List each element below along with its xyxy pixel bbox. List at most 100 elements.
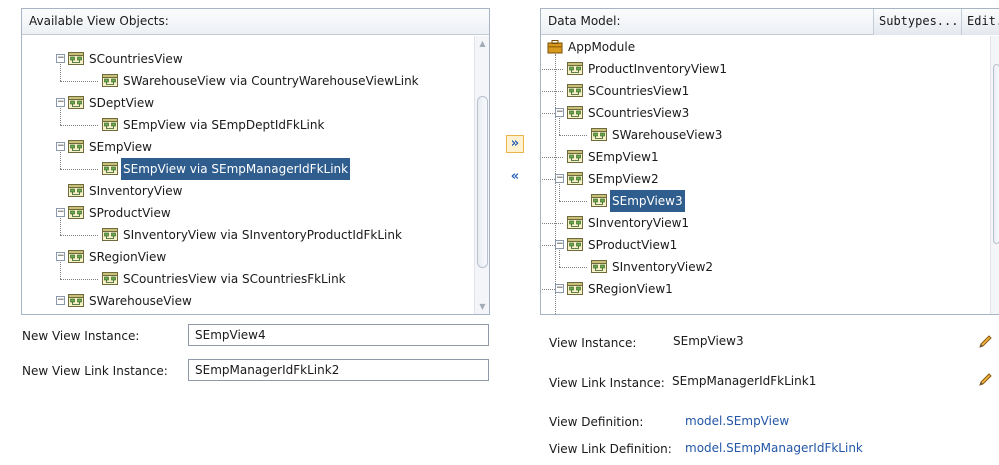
- tree-connector: [60, 235, 98, 236]
- view-object-icon: [567, 150, 583, 163]
- tree-node-label: SDeptView: [89, 96, 155, 110]
- edit-button[interactable]: Edit...: [961, 9, 999, 35]
- app-module-root[interactable]: AppModule: [541, 36, 991, 58]
- tree-node-label: SCountriesView: [89, 52, 183, 66]
- double-chevron-left-icon: «: [510, 169, 520, 184]
- tree-connector: [541, 91, 563, 92]
- collapse-toggle-icon[interactable]: −: [56, 208, 65, 217]
- edit-view-instance-pencil-icon[interactable]: [977, 334, 993, 350]
- available-view-object-row[interactable]: − SRegionView: [22, 246, 474, 268]
- available-view-object-row[interactable]: SInventoryView via SInventoryProductIdFk…: [22, 224, 474, 246]
- collapse-toggle-icon[interactable]: −: [56, 98, 65, 107]
- tree-connector: [559, 267, 587, 268]
- available-view-object-row[interactable]: − SDeptView: [22, 92, 474, 114]
- data-model-row[interactable]: SEmpView3: [541, 190, 991, 212]
- view-object-icon: [68, 294, 84, 307]
- tree-node-label: SInventoryView1: [588, 216, 690, 230]
- new-view-link-instance-field[interactable]: SEmpManagerIdFkLink2: [188, 359, 489, 381]
- available-view-object-row[interactable]: SWarehouseView via CountryWarehouseViewL…: [22, 70, 474, 92]
- view-object-icon: [68, 52, 84, 65]
- right-tree-scrollbar[interactable]: [990, 36, 999, 314]
- view-object-icon: [567, 216, 583, 229]
- tree-node-label: SEmpView2: [588, 172, 659, 186]
- view-object-icon: [591, 194, 607, 207]
- tree-node-label: ProductInventoryView1: [588, 62, 727, 76]
- left-tree-scrollbar[interactable]: ▲ ▼: [474, 36, 489, 314]
- view-object-icon: [102, 162, 118, 175]
- data-model-panel: Data Model: Subtypes... Edit... AppModul…: [540, 8, 999, 315]
- view-definition-link[interactable]: model.SEmpView: [685, 414, 789, 428]
- view-link-definition-link[interactable]: model.SEmpManagerIdFkLink: [685, 441, 863, 455]
- scroll-thumb[interactable]: [993, 64, 999, 244]
- tree-connector: [60, 125, 98, 126]
- available-view-object-row[interactable]: SEmpView via SEmpDeptIdFkLink: [22, 114, 474, 136]
- remove-from-data-model-button[interactable]: «: [506, 169, 524, 187]
- collapse-toggle-icon[interactable]: −: [555, 240, 564, 249]
- tree-connector: [559, 135, 587, 136]
- scroll-thumb[interactable]: [477, 96, 488, 268]
- data-model-tree: AppModule ProductInventoryView1 SCountries…: [541, 36, 991, 314]
- scroll-down-arrow[interactable]: ▼: [475, 301, 489, 313]
- tree-node-label: SCountriesView3: [588, 106, 690, 120]
- tree-node-label: SEmpView: [89, 140, 152, 154]
- add-to-data-model-button[interactable]: »: [506, 135, 524, 153]
- available-view-object-row[interactable]: SEmpView via SEmpManagerIdFkLink: [22, 158, 474, 180]
- data-model-row[interactable]: SWarehouseView3: [541, 124, 991, 146]
- data-model-row[interactable]: − SProductView1: [541, 234, 991, 256]
- tree-node-label: SProductView: [89, 206, 171, 220]
- tree-node-label: SRegionView: [89, 250, 167, 264]
- data-model-row[interactable]: − SEmpView2: [541, 168, 991, 190]
- edit-view-link-instance-pencil-icon[interactable]: [977, 372, 993, 388]
- scroll-up-arrow[interactable]: ▲: [475, 38, 489, 50]
- available-view-object-row[interactable]: SCountriesView via SCountriesFkLink: [22, 268, 474, 290]
- data-model-row[interactable]: SEmpView1: [541, 146, 991, 168]
- collapse-toggle-icon[interactable]: −: [555, 284, 564, 293]
- view-object-icon: [102, 228, 118, 241]
- available-view-object-row[interactable]: − SWarehouseView: [22, 290, 474, 312]
- collapse-toggle-icon[interactable]: −: [555, 174, 564, 183]
- collapse-toggle-icon[interactable]: −: [56, 252, 65, 261]
- collapse-toggle-icon[interactable]: −: [555, 108, 564, 117]
- new-view-link-instance-label: New View Link Instance:: [22, 364, 168, 378]
- available-view-object-row[interactable]: − SEmpView: [22, 136, 474, 158]
- tree-connector: [541, 69, 563, 70]
- view-object-icon: [68, 184, 84, 197]
- tree-connector: [559, 201, 587, 202]
- collapse-toggle-icon[interactable]: −: [56, 54, 65, 63]
- available-view-object-row[interactable]: − SCountriesView: [22, 48, 474, 70]
- double-chevron-right-icon: »: [510, 136, 520, 151]
- view-object-icon: [68, 140, 84, 153]
- data-model-row[interactable]: SInventoryView2: [541, 256, 991, 278]
- data-model-row[interactable]: − SRegionView1: [541, 278, 991, 300]
- view-object-icon: [68, 206, 84, 219]
- collapse-toggle-icon[interactable]: −: [56, 142, 65, 151]
- tree-node-label: SEmpView via SEmpDeptIdFkLink: [123, 118, 325, 132]
- available-view-object-row[interactable]: − SProductView: [22, 202, 474, 224]
- tree-node-label: SInventoryView: [89, 184, 183, 198]
- data-model-row[interactable]: − SCountriesView3: [541, 102, 991, 124]
- view-object-icon: [567, 282, 583, 295]
- view-instance-label: View Instance:: [549, 336, 637, 350]
- tree-connector: [541, 223, 563, 224]
- tree-node-label: SWarehouseView3: [612, 128, 723, 142]
- tree-node-label: SCountriesView1: [588, 84, 690, 98]
- view-object-icon: [591, 260, 607, 273]
- tree-connector: [60, 279, 98, 280]
- view-object-icon: [567, 106, 583, 119]
- data-model-row[interactable]: ProductInventoryView1: [541, 58, 991, 80]
- subtypes-button[interactable]: Subtypes...: [873, 9, 961, 35]
- collapse-toggle-icon[interactable]: −: [56, 296, 65, 305]
- tree-connector: [60, 81, 98, 82]
- new-view-instance-field[interactable]: SEmpView4: [188, 324, 489, 346]
- tree-node-label: SEmpView1: [588, 150, 659, 164]
- data-model-title: Data Model:: [548, 14, 621, 28]
- tree-node-label: SInventoryView2: [612, 260, 714, 274]
- data-model-row[interactable]: SInventoryView1: [541, 212, 991, 234]
- data-model-row[interactable]: SCountriesView1: [541, 80, 991, 102]
- view-object-icon: [567, 84, 583, 97]
- tree-node-label: SWarehouseView: [89, 294, 192, 308]
- tree-node-label: SWarehouseView via CountryWarehouseViewL…: [123, 74, 419, 88]
- tree-node-label: SRegionView1: [588, 282, 673, 296]
- view-definition-label: View Definition:: [549, 415, 644, 429]
- available-view-object-row[interactable]: SInventoryView: [22, 180, 474, 202]
